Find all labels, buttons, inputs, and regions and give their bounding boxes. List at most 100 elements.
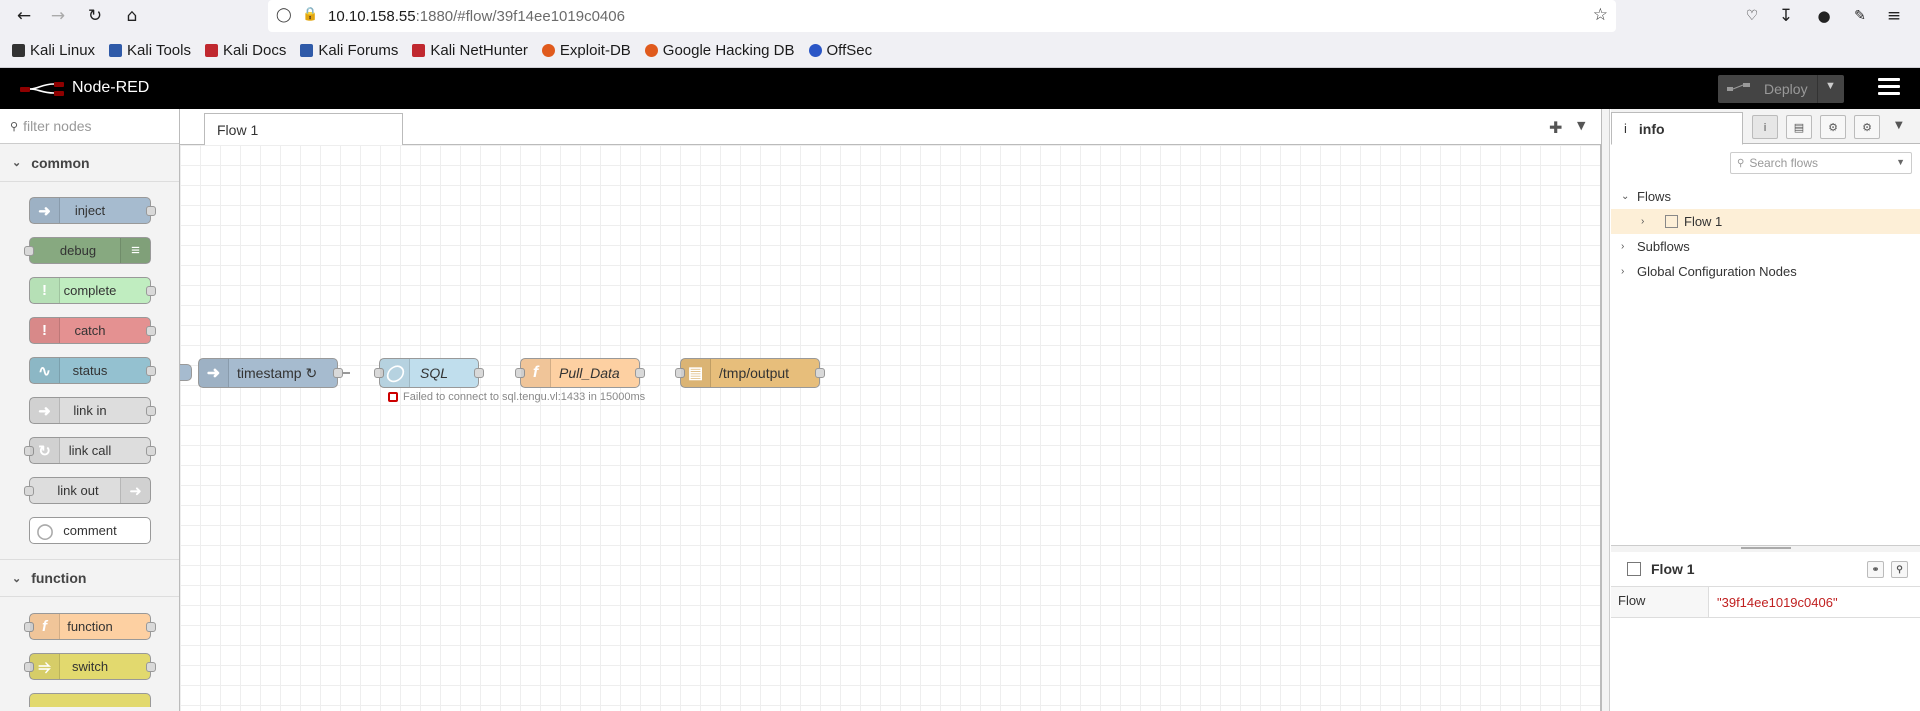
debug-bug-icon[interactable]: ⚙ (1820, 115, 1846, 139)
nodered-logo-icon (20, 82, 64, 96)
bookmark-star-icon[interactable]: ☆ (1593, 5, 1608, 25)
kali-docs-icon (204, 43, 218, 57)
flow-icon (1627, 562, 1641, 576)
flow-tree: ⌄ Flows › Flow 1 › Subflows › Global Configu… (1611, 184, 1920, 284)
url-bar[interactable]: ◯ 🔒 10.10.158.55:1880/#flow/39f14ee1019c… (268, 0, 1616, 32)
flow-node-sql[interactable]: ◯ SQL (374, 358, 484, 388)
bookmark-kali-forums[interactable]: Kali Forums (300, 42, 398, 59)
palette-node-link-call[interactable]: ↻ link call (24, 437, 156, 464)
bookmark-offsec[interactable]: OffSec (808, 42, 872, 59)
link-in-icon: ➜ (30, 398, 60, 423)
tab-flow-1[interactable]: Flow 1 (204, 113, 403, 146)
function-icon: f (521, 359, 551, 387)
properties-header: Flow 1 ⚭ ⚲ (1611, 552, 1920, 587)
palette-node-catch[interactable]: ! catch (29, 317, 156, 344)
bookmark-exploit-db[interactable]: Exploit-DB (541, 42, 631, 59)
palette-node-switch[interactable]: ⥤ switch (24, 653, 156, 680)
bookmark-kali-linux[interactable]: Kali Linux (12, 42, 95, 59)
palette-node-function[interactable]: f function (24, 613, 156, 640)
add-flow-icon[interactable]: ✚ (1549, 118, 1562, 137)
inject-icon: ➜ (30, 198, 60, 223)
inject-icon: ➜ (199, 359, 229, 387)
palette-node-link-in[interactable]: ➜ link in (29, 397, 156, 424)
chevron-down-icon: ⌄ (1621, 191, 1630, 202)
extensions-icon[interactable]: ✎ (1846, 2, 1874, 30)
nethunter-icon (412, 43, 426, 57)
bookmark-kali-tools[interactable]: Kali Tools (109, 42, 191, 59)
tree-item-subflows[interactable]: › Subflows (1611, 234, 1920, 259)
url-text: 10.10.158.55:1880/#flow/39f14ee1019c0406 (328, 7, 625, 25)
flow-node-tmp-output[interactable]: ▤ /tmp/output (675, 358, 825, 388)
link-out-icon: ➜ (120, 478, 150, 503)
database-icon: ◯ (380, 359, 410, 387)
config-gear-icon[interactable]: ⚙ (1854, 115, 1880, 139)
help-book-icon[interactable]: ▤ (1786, 115, 1812, 139)
palette-node-partial[interactable] (29, 693, 151, 707)
sql-status-error: Failed to connect to sql.tengu.vl:1433 i… (388, 391, 645, 403)
link-icon[interactable]: ⚭ (1867, 561, 1884, 578)
palette-node-link-out[interactable]: link out ➜ (24, 477, 151, 504)
search-flows-input[interactable]: ⚲ Search flows ▼ (1730, 152, 1912, 174)
complete-icon: ! (30, 278, 60, 303)
ghdb-icon (644, 43, 658, 57)
sidebar-split-handle[interactable] (1611, 545, 1920, 552)
palette-filter-placeholder: filter nodes (23, 118, 92, 134)
flow-canvas[interactable]: ➜ timestamp ↻ ◯ SQL Failed to connect to… (180, 145, 1601, 711)
palette-node-comment[interactable]: ◯ comment (29, 517, 151, 544)
exploit-db-icon (541, 43, 555, 57)
offsec-icon (808, 43, 822, 57)
downloads-icon[interactable]: ↧ (1772, 2, 1800, 30)
palette-node-inject[interactable]: ➜ inject (29, 197, 156, 224)
sidebar-dropdown-icon[interactable]: ▼ (1895, 120, 1903, 131)
sidebar-resize-handle[interactable] (1602, 109, 1610, 711)
deploy-button[interactable]: Deploy ▼ (1718, 75, 1844, 103)
palette-category-common[interactable]: ⌄ common (0, 144, 179, 182)
bookmark-kali-docs[interactable]: Kali Docs (204, 42, 286, 59)
flow-node-pull-data[interactable]: f Pull_Data (515, 358, 645, 388)
flow-node-partial[interactable] (180, 364, 192, 381)
error-status-icon (388, 392, 398, 402)
tree-item-global-config[interactable]: › Global Configuration Nodes (1611, 259, 1920, 284)
account-icon[interactable]: ● (1810, 2, 1838, 30)
forward-icon[interactable]: → (44, 2, 72, 30)
bookmarks-bar: Kali Linux Kali Tools Kali Docs Kali For… (0, 33, 1920, 68)
info-tab-button-icon[interactable]: i (1752, 115, 1778, 139)
comment-icon: ◯ (36, 522, 54, 540)
kali-tools-icon (109, 43, 123, 57)
deploy-dropdown-icon[interactable]: ▼ (1825, 80, 1836, 92)
flow-node-timestamp[interactable]: ➜ timestamp ↻ (198, 358, 343, 388)
palette-node-debug[interactable]: debug ≡ (24, 237, 151, 264)
tree-item-flow-1[interactable]: › Flow 1 (1611, 209, 1920, 234)
search-icon: ⚲ (10, 120, 19, 133)
palette-category-function[interactable]: ⌄ function (0, 559, 179, 597)
browser-menu-icon[interactable]: ≡ (1880, 2, 1908, 30)
chevron-down-icon: ⌄ (12, 157, 22, 169)
properties-row-flow: Flow "39f14ee1019c0406" (1611, 587, 1920, 618)
chevron-down-icon: ⌄ (12, 572, 22, 585)
search-options-icon[interactable]: ▼ (1896, 157, 1905, 167)
bookmark-kali-nethunter[interactable]: Kali NetHunter (412, 42, 528, 59)
back-icon[interactable]: ← (10, 2, 38, 30)
main-menu-icon[interactable] (1878, 78, 1900, 98)
kali-icon (12, 43, 25, 57)
tree-item-flows[interactable]: ⌄ Flows (1611, 184, 1920, 209)
reload-icon[interactable]: ↻ (81, 2, 109, 30)
bookmark-google-hacking-db[interactable]: Google Hacking DB (644, 42, 795, 59)
chevron-right-icon: › (1621, 266, 1625, 277)
sidebar: i info i ▤ ⚙ ⚙ ▼ ⚲ Search flows ▼ ⌄ Flows… (1601, 109, 1920, 711)
debug-icon: ≡ (120, 238, 150, 263)
flow-icon (1665, 215, 1678, 228)
search-icon: ⚲ (1737, 157, 1745, 169)
flow-list-dropdown-icon[interactable]: ▼ (1577, 119, 1585, 132)
deploy-label: Deploy (1764, 81, 1808, 97)
switch-icon: ⥤ (30, 654, 60, 679)
palette-node-status[interactable]: ∿ status (29, 357, 156, 384)
home-icon[interactable]: ⌂ (118, 2, 146, 30)
palette-filter-input[interactable]: ⚲ filter nodes (0, 109, 179, 144)
pocket-icon[interactable]: ♡ (1738, 2, 1766, 30)
workspace-tabs: Flow 1 ✚ ▼ (180, 109, 1601, 146)
nodered-header: Node-RED Deploy ▼ (0, 68, 1920, 109)
search-icon[interactable]: ⚲ (1891, 561, 1908, 578)
tab-info[interactable]: i info (1611, 112, 1743, 145)
palette-node-complete[interactable]: ! complete (29, 277, 156, 304)
